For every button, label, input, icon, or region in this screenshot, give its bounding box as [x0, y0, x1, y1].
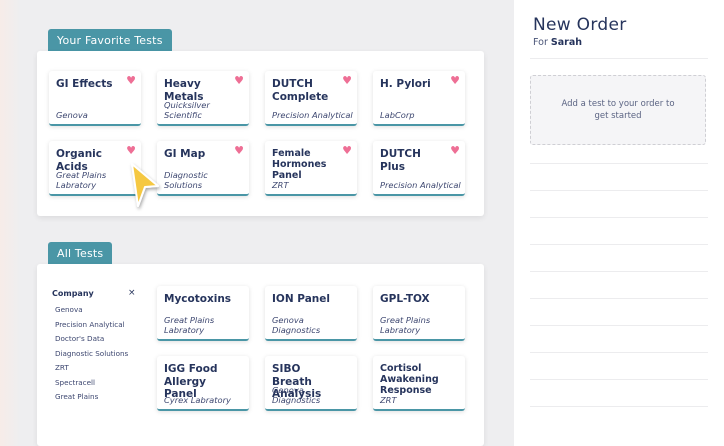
card-title: GI Map: [164, 148, 206, 160]
favorites-tab: Your Favorite Tests: [48, 29, 172, 52]
company-filter-heading: Company: [52, 289, 94, 298]
empty-order-message: Add a test to your order to get started: [561, 98, 675, 122]
favorite-card-female-hormones-panel[interactable]: Female Hormones Panel ♥ ZRT: [265, 141, 357, 196]
divider: [530, 406, 708, 407]
favorite-card-dutch-plus[interactable]: DUTCH Plus ♥ Precision Analytical: [373, 141, 465, 196]
order-panel: New Order For Sarah Add a test to your o…: [514, 0, 724, 446]
heart-icon[interactable]: ♥: [342, 75, 352, 86]
card-lab: Quicksilver Scientific: [164, 100, 210, 120]
card-lab: Cyrex Labratory: [164, 395, 231, 405]
card-title: GI Effects: [56, 78, 113, 90]
divider: [530, 298, 708, 299]
patient-name: Sarah: [550, 37, 582, 48]
card-lab: Precision Analytical: [380, 180, 461, 190]
favorite-card-h-pylori[interactable]: H. Pylori ♥ LabCorp: [373, 71, 465, 126]
card-lab: ZRT: [380, 395, 397, 405]
heart-icon[interactable]: ♥: [450, 145, 460, 156]
favorite-card-gi-effects[interactable]: GI Effects ♥ Genova: [49, 71, 141, 126]
card-lab: Diagnostic Solutions: [164, 170, 208, 190]
card-lab: Precision Analytical: [272, 110, 353, 120]
card-title: DUTCH Complete: [272, 78, 329, 103]
company-filter-item[interactable]: Diagnostic Solutions: [55, 349, 128, 358]
company-filter-item[interactable]: ZRT: [55, 363, 69, 372]
heart-icon[interactable]: ♥: [342, 145, 352, 156]
company-filter-item[interactable]: Doctor's Data: [55, 334, 104, 343]
favorite-card-heavy-metals[interactable]: Heavy Metals ♥ Quicksilver Scientific: [157, 71, 249, 126]
card-lab: Genova Diagnostics: [272, 385, 321, 405]
card-lab: LabCorp: [380, 110, 415, 120]
favorite-card-dutch-complete[interactable]: DUTCH Complete ♥ Precision Analytical: [265, 71, 357, 126]
divider: [530, 163, 708, 164]
divider: [530, 271, 708, 272]
order-drop-zone[interactable]: Add a test to your order to get started: [530, 75, 706, 145]
card-title: ION Panel: [272, 293, 330, 305]
test-card-mycotoxins[interactable]: Mycotoxins Great Plains Labratory: [157, 286, 249, 341]
order-for-prefix: For: [533, 37, 548, 48]
order-title: New Order: [533, 15, 627, 35]
card-title: GPL-TOX: [380, 293, 430, 305]
order-patient: For Sarah: [533, 37, 582, 48]
card-lab: Great Plains Labratory: [56, 170, 107, 190]
card-lab: ZRT: [272, 180, 289, 190]
cursor-arrow-icon: [131, 163, 159, 207]
card-title: Mycotoxins: [164, 293, 232, 305]
card-title: Female Hormones Panel: [272, 148, 327, 181]
heart-icon[interactable]: ♥: [234, 145, 244, 156]
divider: [530, 244, 708, 245]
favorite-card-gi-map[interactable]: GI Map ♥ Diagnostic Solutions: [157, 141, 249, 196]
card-lab: Genova: [56, 110, 88, 120]
heart-icon[interactable]: ♥: [126, 75, 136, 86]
all-tests-tab: All Tests: [48, 242, 113, 265]
favorites-panel: GI Effects ♥ Genova Heavy Metals ♥ Quick…: [37, 51, 484, 216]
card-title: Cortisol Awakening Response: [380, 363, 439, 396]
test-card-gpl-tox[interactable]: GPL-TOX Great Plains Labratory: [373, 286, 465, 341]
heart-icon[interactable]: ♥: [450, 75, 460, 86]
test-card-igg-food-allergy-panel[interactable]: IGG Food Allergy Panel Cyrex Labratory: [157, 356, 249, 411]
company-filter-item[interactable]: Genova: [55, 305, 83, 314]
divider: [530, 58, 708, 59]
divider: [530, 325, 708, 326]
close-icon[interactable]: ×: [128, 288, 136, 298]
company-filter-item[interactable]: Precision Analytical: [55, 320, 125, 329]
card-lab: Great Plains Labratory: [380, 315, 431, 335]
card-lab: Genova Diagnostics: [272, 315, 321, 335]
divider: [530, 190, 708, 191]
company-filter-item[interactable]: Spectracell: [55, 378, 95, 387]
heart-icon[interactable]: ♥: [126, 145, 136, 156]
card-lab: Great Plains Labratory: [164, 315, 215, 335]
heart-icon[interactable]: ♥: [234, 75, 244, 86]
card-title: H. Pylori: [380, 78, 431, 90]
page-left-edge: [0, 0, 20, 446]
card-title: DUTCH Plus: [380, 148, 421, 173]
divider: [530, 217, 708, 218]
test-card-sibo-breath-analysis[interactable]: SIBO Breath Analysis Genova Diagnostics: [265, 356, 357, 411]
divider: [530, 379, 708, 380]
test-card-ion-panel[interactable]: ION Panel Genova Diagnostics: [265, 286, 357, 341]
test-card-cortisol-awakening-response[interactable]: Cortisol Awakening Response ZRT: [373, 356, 465, 411]
company-filter-item[interactable]: Great Plains: [55, 392, 98, 401]
divider: [530, 352, 708, 353]
